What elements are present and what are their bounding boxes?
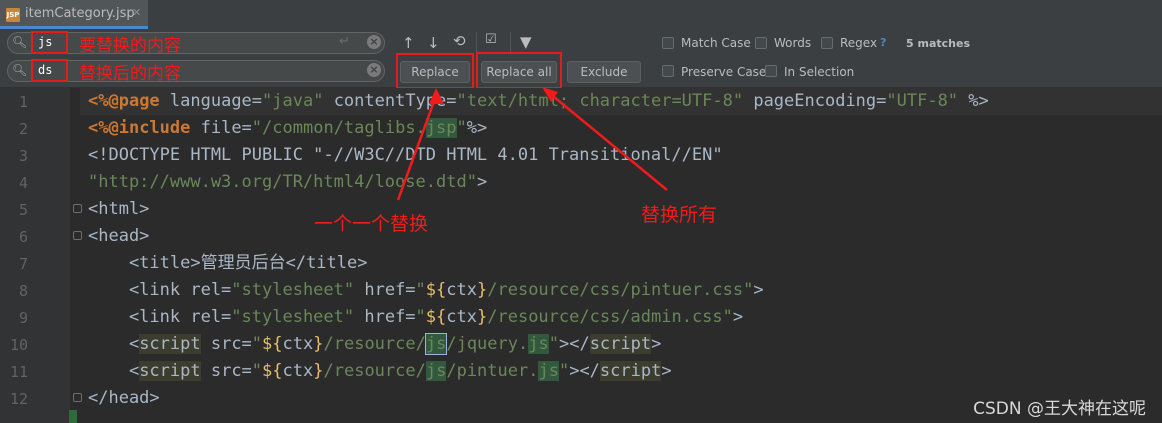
arrow-head [429,88,444,104]
annotation-arrows [396,87,668,201]
arrow-to-replace [396,95,438,201]
replace-one-annotation: 一个一个替换 [314,213,429,235]
arrow-to-replace-all [547,91,668,191]
watermark: CSDN @王大神在这呢 [973,399,1146,419]
replace-all-annotation: 替换所有 [641,204,718,226]
